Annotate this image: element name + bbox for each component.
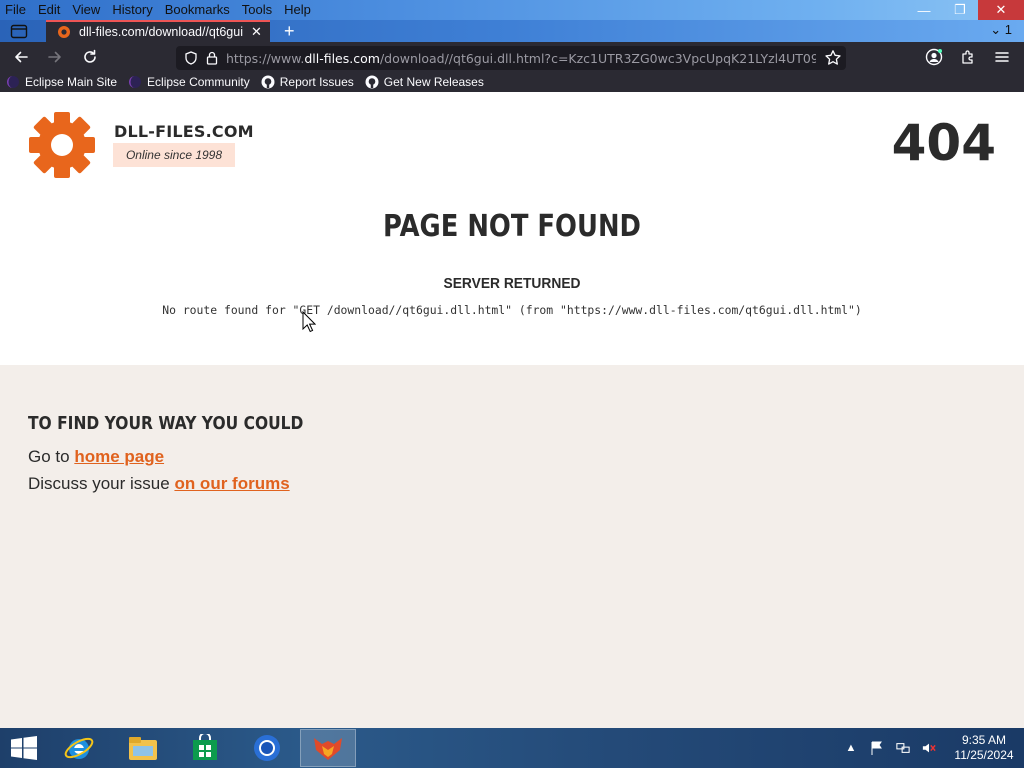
forums-line: Discuss your issue on our forums — [28, 474, 290, 494]
chrome-icon — [254, 735, 280, 761]
forward-button[interactable] — [45, 47, 65, 67]
clock-time: 9:35 AM — [961, 733, 1007, 747]
server-returned-label: SERVER RETURNED — [443, 275, 581, 292]
address-bar[interactable]: https://www.dll-files.com/download//qt6g… — [176, 46, 846, 70]
eclipse-icon — [7, 76, 19, 88]
find-your-way-heading: TO FIND YOUR WAY YOU COULD — [28, 413, 304, 434]
error-panel: DLL-FILES.COM Online since 1998 404 PAGE… — [0, 92, 1024, 365]
taskbar-chrome[interactable] — [239, 729, 295, 767]
site-brand[interactable]: DLL-FILES.COM — [114, 122, 254, 141]
file-explorer-icon — [129, 737, 157, 760]
back-arrow-icon — [15, 51, 28, 63]
restore-button[interactable]: ❐ — [942, 0, 978, 20]
taskbar-internet-explorer[interactable] — [51, 729, 107, 767]
home-page-line: Go to home page — [28, 447, 164, 467]
navigation-bar: https://www.dll-files.com/download//qt6g… — [0, 42, 1024, 72]
puzzle-icon — [962, 50, 973, 64]
bookmark-star-icon[interactable] — [824, 49, 842, 67]
tab-active[interactable]: dll-files.com/download//qt6gui ✕ — [46, 20, 270, 42]
menu-help[interactable]: Help — [278, 0, 317, 20]
bookmark-eclipse-main-site[interactable]: Eclipse Main Site — [6, 75, 117, 89]
bookmarks-toolbar: Eclipse Main Site Eclipse Community Repo… — [0, 72, 1024, 92]
github-icon — [261, 75, 275, 89]
hamburger-menu-icon — [995, 52, 1009, 62]
mouse-cursor-icon — [302, 311, 316, 333]
close-window-button[interactable]: ✕ — [978, 0, 1024, 20]
error-code: 404 — [891, 114, 996, 172]
bookmark-label: Report Issues — [279, 75, 354, 89]
bookmark-label: Get New Releases — [383, 75, 484, 89]
eclipse-icon — [129, 76, 142, 88]
web-page: DLL-FILES.COM Online since 1998 404 PAGE… — [0, 92, 1024, 728]
bookmark-report-issues[interactable]: Report Issues — [261, 75, 354, 89]
forward-arrow-icon — [48, 51, 61, 63]
app-menu-button[interactable] — [992, 47, 1012, 67]
home-page-prefix: Go to — [28, 447, 75, 466]
system-clock[interactable]: 9:35 AM 11/25/2024 — [948, 733, 1020, 763]
extensions-button[interactable] — [958, 47, 978, 67]
minimize-button[interactable]: — — [906, 0, 942, 20]
back-button[interactable] — [11, 47, 31, 67]
menu-file[interactable]: File — [0, 0, 32, 20]
reload-icon — [84, 49, 96, 63]
bookmark-get-new-releases[interactable]: Get New Releases — [365, 75, 484, 89]
menu-view[interactable]: View — [66, 0, 106, 20]
dll-files-gear-logo-icon[interactable] — [27, 110, 97, 180]
new-tab-button[interactable]: + — [284, 21, 295, 41]
home-page-link[interactable]: home page — [74, 447, 164, 466]
forums-link[interactable]: on our forums — [174, 474, 289, 493]
url-scheme: https://www. — [226, 50, 305, 66]
show-hidden-icons-icon[interactable]: ▲ — [844, 741, 858, 755]
menu-bookmarks[interactable]: Bookmarks — [159, 0, 236, 20]
system-tray: ▲ 9:35 AM 11/25/2024 — [844, 728, 1024, 768]
menu-edit[interactable]: Edit — [32, 0, 66, 20]
tagline-badge: Online since 1998 — [113, 143, 235, 167]
url-text[interactable]: https://www.dll-files.com/download//qt6g… — [226, 51, 816, 66]
bookmark-eclipse-community[interactable]: Eclipse Community — [128, 75, 250, 89]
lock-icon[interactable] — [206, 51, 218, 65]
menu-tools[interactable]: Tools — [236, 0, 278, 20]
taskbar: ▲ 9:35 AM 11/25/2024 — [0, 728, 1024, 768]
tab-close-icon[interactable]: ✕ — [251, 24, 262, 40]
bookmark-label: Eclipse Main Site — [25, 75, 118, 89]
clock-date: 11/25/2024 — [954, 748, 1014, 762]
forums-prefix: Discuss your issue — [28, 474, 175, 493]
account-button[interactable] — [924, 47, 944, 67]
window-controls: — ❐ ✕ — [906, 0, 1024, 20]
reload-button[interactable] — [80, 47, 100, 67]
url-path: /download//qt6gui.dll.html?c=Kzc1UTR3ZG0… — [379, 50, 816, 66]
list-all-tabs-button[interactable]: ⌄ 1 — [990, 22, 1012, 38]
github-icon — [365, 75, 379, 89]
taskbar-store[interactable] — [177, 729, 233, 767]
taskbar-firefox[interactable] — [300, 729, 356, 767]
network-icon[interactable] — [896, 741, 910, 755]
url-host: dll-files.com — [304, 50, 380, 66]
store-icon — [193, 734, 217, 760]
tab-title: dll-files.com/download//qt6gui — [79, 25, 243, 39]
internet-explorer-icon — [64, 737, 94, 759]
firefox-icon — [314, 738, 342, 760]
address-bar-icons — [176, 51, 226, 65]
taskbar-file-explorer[interactable] — [115, 729, 171, 767]
windows-start-icon[interactable] — [10, 736, 38, 760]
menu-bar: File Edit View History Bookmarks Tools H… — [0, 0, 1024, 20]
firefox-view-icon[interactable] — [10, 23, 28, 39]
volume-muted-icon[interactable] — [922, 741, 936, 755]
tracking-shield-icon[interactable] — [184, 51, 198, 65]
menu-history[interactable]: History — [106, 0, 158, 20]
tab-bar: dll-files.com/download//qt6gui ✕ + ⌄ 1 — [0, 20, 1024, 42]
account-icon — [925, 48, 943, 66]
server-message: No route found for "GET /download//qt6gu… — [162, 303, 862, 317]
page-title: PAGE NOT FOUND — [383, 209, 641, 244]
action-center-flag-icon[interactable] — [870, 741, 884, 755]
dll-files-favicon-icon — [58, 26, 70, 38]
bookmark-label: Eclipse Community — [147, 75, 250, 89]
